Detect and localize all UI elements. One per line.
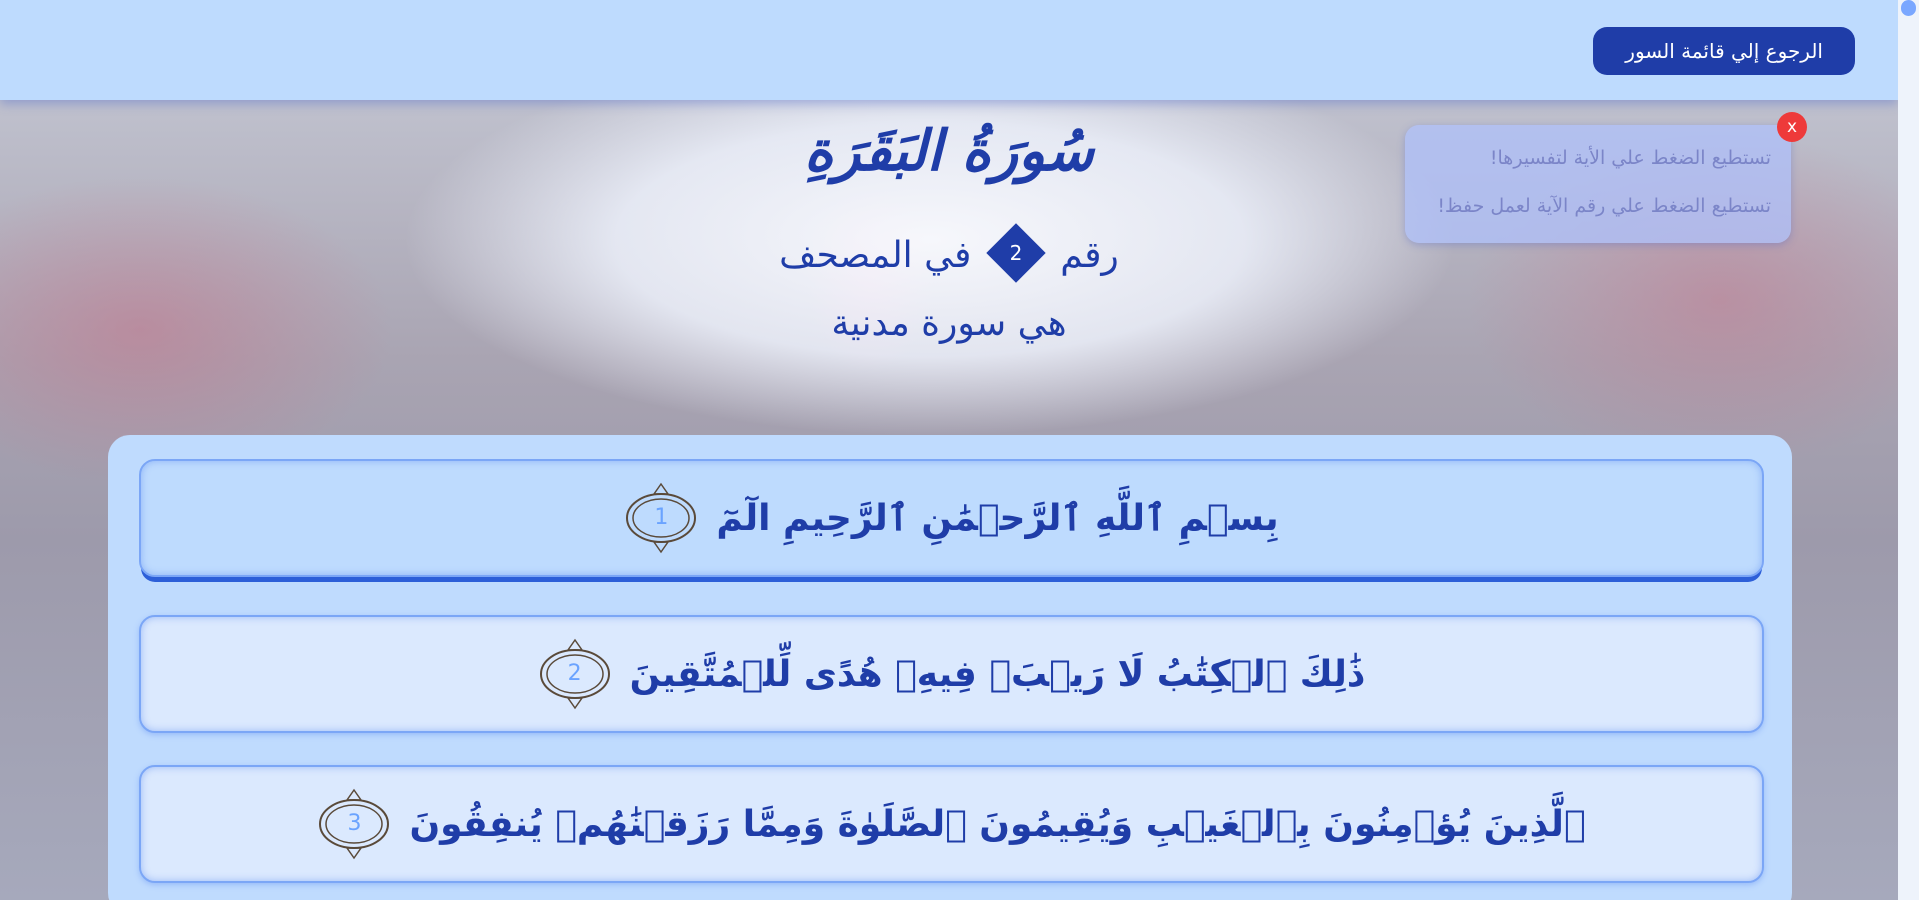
verse-text[interactable]: ذَٰلِكَ ٱلۡكِتَٰبُ لَا رَيۡبَۛ فِيهِۛ هُ… [630,654,1366,695]
surah-type: هي سورة مدنية [831,303,1067,344]
verse-text[interactable]: ٱلَّذِينَ يُؤۡمِنُونَ بِٱلۡغَيۡبِ وَيُقِ… [409,804,1585,845]
back-to-surah-list-button[interactable]: الرجوع إلي قائمة السور [1593,27,1855,75]
verse-item[interactable]: ذَٰلِكَ ٱلۡكِتَٰبُ لَا رَيۡبَۛ فِيهِۛ هُ… [139,615,1764,733]
surah-number-prefix: رقم [1060,235,1119,276]
verse-item[interactable]: بِسۡمِ ٱللَّهِ ٱلرَّحۡمَٰنِ ٱلرَّحِيمِ ا… [139,459,1764,577]
verse-item[interactable]: ٱلَّذِينَ يُؤۡمِنُونَ بِٱلۡغَيۡبِ وَيُقِ… [139,765,1764,883]
tips-box: تستطيع الضغط علي الأية لتفسيرها! تستطيع … [1405,125,1791,243]
ayah-number: 3 [347,811,362,836]
close-tips-button[interactable]: x [1777,112,1807,142]
surah-number-badge: 2 [986,223,1046,283]
scrollbar[interactable] [1898,0,1919,900]
tip-item: تستطيع الضغط علي الأية لتفسيرها! [1489,147,1771,169]
surah-number: 2 [1009,241,1023,265]
scrollbar-thumb[interactable] [1901,0,1916,16]
ayah-number-marker[interactable]: 3 [317,787,391,861]
tip-item: تستطيع الضغط علي رقم الآية لعمل حفظ! [1437,195,1771,217]
verse-text[interactable]: بِسۡمِ ٱللَّهِ ٱلرَّحۡمَٰنِ ٱلرَّحِيمِ ا… [716,498,1278,539]
surah-number-suffix: في المصحف [779,235,972,276]
top-bar: الرجوع إلي قائمة السور [0,0,1898,100]
ayah-number-marker[interactable]: 1 [624,481,698,555]
ayah-number-marker[interactable]: 2 [538,637,612,711]
ayah-number: 1 [654,505,669,530]
ayah-number: 2 [567,661,582,686]
verses-panel: بِسۡمِ ٱللَّهِ ٱلرَّحۡمَٰنِ ٱلرَّحِيمِ ا… [108,435,1792,900]
